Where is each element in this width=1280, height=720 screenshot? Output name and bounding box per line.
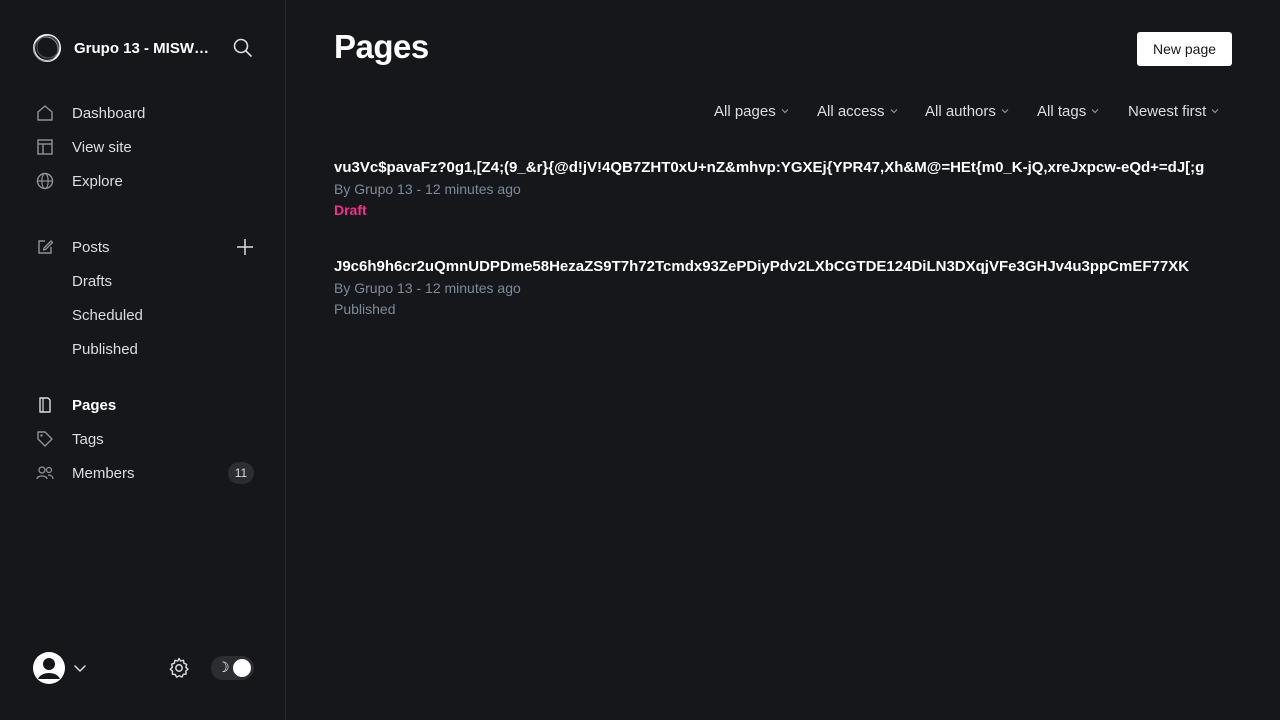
filter-authors-label: All authors — [925, 102, 996, 120]
nav-tags-label: Tags — [72, 430, 104, 448]
nav-pages-label: Pages — [72, 396, 117, 414]
page-item-meta: By Grupo 13 - 12 minutes ago — [334, 181, 521, 197]
filter-order-label: Newest first — [1128, 102, 1207, 120]
nav-published[interactable]: Published — [72, 337, 138, 361]
chevron-down-icon[interactable] — [73, 661, 87, 675]
page-item-title: J9c6h9h6cr2uQmnUDPDme58HezaZS9T7h72Tcmdx… — [334, 258, 1190, 275]
filter-type[interactable]: All pages — [714, 100, 789, 122]
edit-icon — [34, 236, 56, 258]
nav-drafts[interactable]: Drafts — [72, 269, 112, 293]
filter-tags[interactable]: All tags — [1037, 100, 1099, 122]
nav-view-site-label: View site — [72, 138, 132, 156]
chevron-down-icon — [1001, 109, 1009, 114]
filter-bar: All pages All access All authors All tag… — [0, 100, 1280, 122]
site-title: Grupo 13 - MISW4103 - Ghost — [74, 39, 214, 57]
nav-tags[interactable]: Tags — [34, 426, 256, 452]
tag-icon — [34, 428, 56, 450]
list-item[interactable]: J9c6h9h6cr2uQmnUDPDme58HezaZS9T7h72Tcmdx… — [334, 257, 1280, 318]
filter-access[interactable]: All access — [817, 100, 898, 122]
new-page-button[interactable]: New page — [1137, 32, 1232, 66]
nav-posts[interactable]: Posts — [34, 234, 214, 260]
globe-icon — [34, 170, 56, 192]
filter-tags-label: All tags — [1037, 102, 1087, 120]
nav-posts-label: Posts — [72, 238, 110, 256]
theme-toggle[interactable]: ☽ — [211, 656, 254, 680]
gear-icon[interactable] — [167, 656, 191, 680]
chevron-down-icon — [781, 109, 789, 114]
status-badge: Published — [334, 301, 396, 317]
page-item-meta: By Grupo 13 - 12 minutes ago — [334, 280, 521, 296]
page-item-title: vu3Vc$pavaFz?0g1,[Z4;(9_&r}{@d!jV!4QB7ZH… — [334, 159, 1205, 176]
chevron-down-icon — [890, 109, 897, 114]
members-count-badge: 11 — [228, 462, 254, 484]
nav-view-site[interactable]: View site — [34, 134, 256, 160]
filter-access-label: All access — [817, 102, 885, 120]
status-badge: Draft — [334, 202, 367, 218]
moon-icon: ☽ — [217, 659, 230, 675]
list-item[interactable]: vu3Vc$pavaFz?0g1,[Z4;(9_&r}{@d!jV!4QB7ZH… — [334, 158, 1280, 219]
nav-explore-label: Explore — [72, 172, 123, 190]
page-title: Pages — [334, 28, 429, 65]
nav-pages[interactable]: Pages — [34, 392, 256, 418]
search-icon[interactable] — [232, 37, 254, 59]
add-post-icon[interactable] — [234, 236, 256, 258]
page-icon — [34, 394, 56, 416]
nav-explore[interactable]: Explore — [34, 168, 256, 194]
site-brand[interactable]: Grupo 13 - MISW4103 - Ghost — [32, 33, 214, 63]
site-logo-icon — [33, 34, 61, 62]
toggle-knob — [233, 659, 251, 677]
filter-order[interactable]: Newest first — [1128, 100, 1219, 122]
members-icon — [34, 462, 56, 484]
chevron-down-icon — [1091, 109, 1099, 114]
filter-authors[interactable]: All authors — [925, 100, 1009, 122]
chevron-down-icon — [1211, 109, 1219, 114]
layout-icon — [34, 136, 56, 158]
nav-members[interactable]: Members — [34, 460, 256, 486]
nav-members-label: Members — [72, 464, 135, 482]
filter-type-label: All pages — [714, 102, 776, 120]
nav-scheduled[interactable]: Scheduled — [72, 303, 143, 327]
user-avatar-icon[interactable] — [32, 651, 66, 685]
